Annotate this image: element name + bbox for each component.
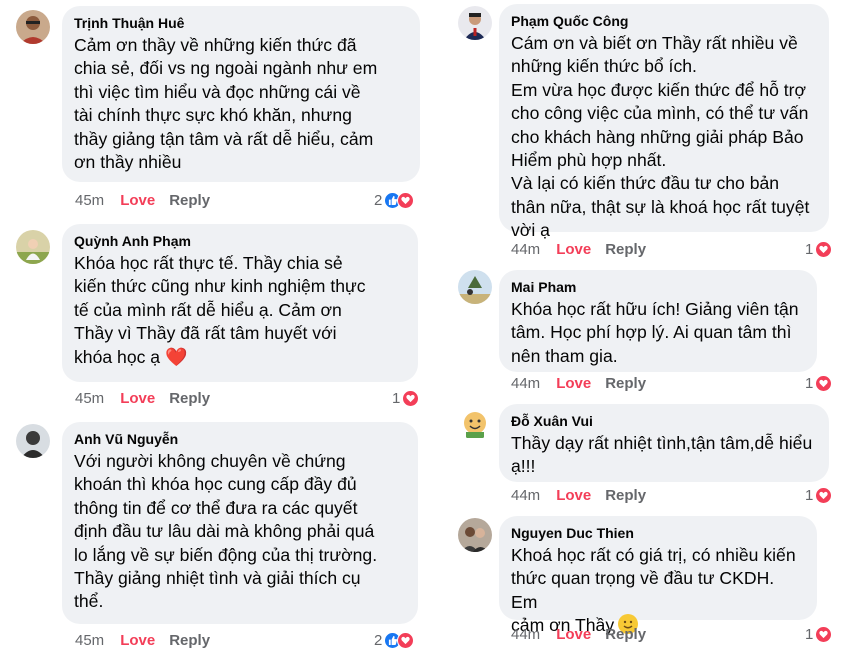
comment-text-body: Khóa học rất thực tế. Thầy chia sẻ kiến … <box>74 253 366 367</box>
comment-text: Cám ơn và biết ơn Thầy rất nhiều về nhữn… <box>511 33 810 241</box>
avatar[interactable] <box>458 518 492 552</box>
commenter-name[interactable]: Quỳnh Anh Phạm <box>74 232 406 250</box>
timestamp[interactable]: 45m <box>75 390 104 407</box>
commenter-name[interactable]: Đỗ Xuân Vui <box>511 412 817 430</box>
comment-text: Khóa học rất hữu ích! Giảng viên tận tâm… <box>511 299 799 366</box>
commenter-name[interactable]: Mai Pham <box>511 278 805 296</box>
reaction-summary[interactable]: 1 <box>392 388 420 408</box>
comment-text: Khóa học rất thực tế. Thầy chia sẻ kiến … <box>74 252 406 369</box>
reply-button[interactable]: Reply <box>169 632 210 649</box>
comment-text-body: Khoá học rất có giá trị, có nhiều kiến t… <box>511 545 796 636</box>
reaction-count: 1 <box>805 486 814 504</box>
comment-bubble: Quỳnh Anh Phạm Khóa học rất thực tế. Thầ… <box>62 224 418 382</box>
heart-icon <box>815 374 833 392</box>
reaction-summary[interactable]: 1 <box>805 239 833 259</box>
comment-actions: 45m Love Reply <box>75 630 210 650</box>
reply-button[interactable]: Reply <box>605 626 646 643</box>
commenter-name[interactable]: Anh Vũ Nguyễn <box>74 430 406 448</box>
comment-actions: 45m Love Reply <box>75 190 210 210</box>
reaction-count: 1 <box>805 240 814 258</box>
love-button[interactable]: Love <box>120 390 155 407</box>
reply-button[interactable]: Reply <box>605 241 646 258</box>
comment-actions: 44m Love Reply <box>511 239 646 259</box>
reply-button[interactable]: Reply <box>169 192 210 209</box>
heart-icon <box>397 631 415 649</box>
love-button[interactable]: Love <box>120 192 155 209</box>
reply-button[interactable]: Reply <box>605 375 646 392</box>
reaction-summary[interactable]: 1 <box>805 485 833 505</box>
commenter-name[interactable]: Trịnh Thuận Huê <box>74 14 408 32</box>
timestamp[interactable]: 44m <box>511 487 540 504</box>
comment-actions: 44m Love Reply <box>511 373 646 393</box>
timestamp[interactable]: 45m <box>75 632 104 649</box>
comment-actions: 45m Love Reply <box>75 388 210 408</box>
heart-icon <box>815 240 833 258</box>
comment-bubble: Mai Pham Khóa học rất hữu ích! Giảng viê… <box>499 270 817 372</box>
avatar[interactable] <box>16 424 50 458</box>
reaction-summary[interactable]: 1 <box>805 373 833 393</box>
love-button[interactable]: Love <box>556 241 591 258</box>
timestamp[interactable]: 45m <box>75 192 104 209</box>
comment-text: Với người không chuyên về chứng khoán th… <box>74 451 378 612</box>
commenter-name[interactable]: Nguyen Duc Thien <box>511 524 805 542</box>
reply-button[interactable]: Reply <box>605 487 646 504</box>
heart-icon <box>402 389 420 407</box>
reaction-count: 1 <box>392 389 401 407</box>
comment-bubble: Đỗ Xuân Vui Thầy dạy rất nhiệt tình,tận … <box>499 404 829 482</box>
comment-bubble: Phạm Quốc Công Cám ơn và biết ơn Thầy rấ… <box>499 4 829 240</box>
avatar[interactable] <box>16 230 50 264</box>
avatar[interactable] <box>16 10 50 44</box>
commenter-name[interactable]: Phạm Quốc Công <box>511 12 817 30</box>
heart-emoji: ❤️ <box>164 346 188 367</box>
love-button[interactable]: Love <box>556 626 591 643</box>
reaction-summary[interactable]: 2 <box>374 630 415 650</box>
reaction-count: 2 <box>374 631 383 649</box>
reaction-summary[interactable]: 2 <box>374 190 415 210</box>
timestamp[interactable]: 44m <box>511 626 540 643</box>
avatar[interactable] <box>458 270 492 304</box>
reaction-count: 1 <box>805 625 814 643</box>
comment-actions: 44m Love Reply <box>511 485 646 505</box>
heart-icon <box>815 625 833 643</box>
comment-bubble: Anh Vũ Nguyễn Với người không chuyên về … <box>62 422 418 624</box>
reaction-summary[interactable]: 1 <box>805 624 833 644</box>
comment-text: Cảm ơn thầy về những kiến thức đã chia s… <box>74 35 378 173</box>
love-button[interactable]: Love <box>556 487 591 504</box>
reaction-count: 1 <box>805 374 814 392</box>
reply-button[interactable]: Reply <box>169 390 210 407</box>
comment-bubble: Nguyen Duc Thien Khoá học rất có giá trị… <box>499 516 817 635</box>
comment-text: Thầy dạy rất nhiệt tình,tận tâm,dễ hiểu … <box>511 433 813 477</box>
reaction-count: 2 <box>374 191 383 209</box>
comment-actions: 44m Love Reply <box>511 624 646 644</box>
avatar[interactable] <box>458 6 492 40</box>
heart-icon <box>815 486 833 504</box>
love-button[interactable]: Love <box>120 632 155 649</box>
avatar[interactable] <box>458 406 492 440</box>
timestamp[interactable]: 44m <box>511 241 540 258</box>
comment-bubble: Trịnh Thuận Huê Cảm ơn thầy về những kiế… <box>62 6 420 182</box>
timestamp[interactable]: 44m <box>511 375 540 392</box>
heart-icon <box>397 191 415 209</box>
love-button[interactable]: Love <box>556 375 591 392</box>
